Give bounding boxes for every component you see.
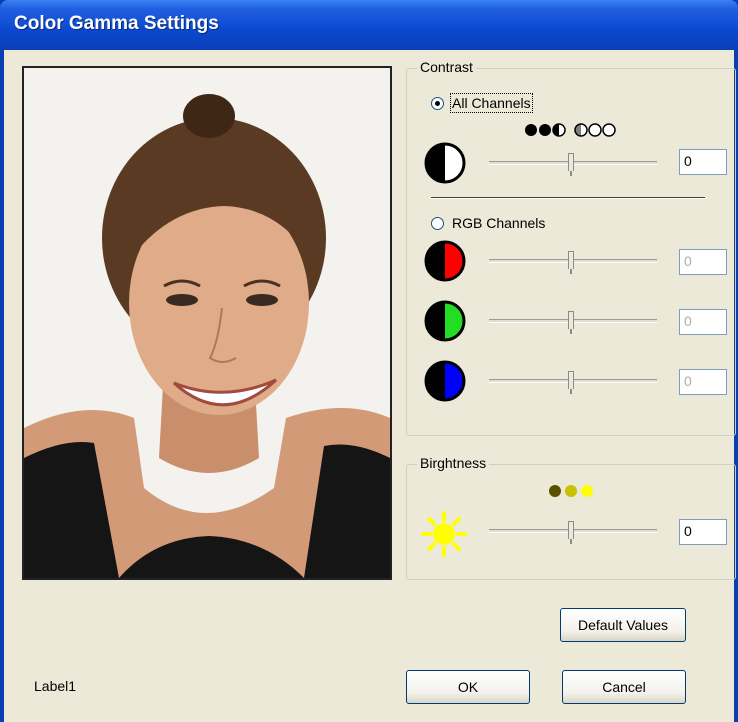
contrast-all-slider-thumb[interactable] xyxy=(568,153,574,176)
brightness-slider-thumb[interactable] xyxy=(568,521,574,544)
green-contrast-slider[interactable] xyxy=(489,311,657,334)
window-title: Color Gamma Settings xyxy=(14,13,219,34)
brightness-slider[interactable] xyxy=(489,521,657,544)
all-channels-label: All Channels xyxy=(450,93,533,113)
brightness-group: Birghtness 0 xyxy=(406,455,736,580)
green-contrast-slider-thumb[interactable] xyxy=(568,311,574,334)
status-label: Label1 xyxy=(34,678,77,694)
contrast-separator xyxy=(431,197,705,199)
brightness-legend: Birghtness xyxy=(417,455,490,471)
blue-contrast-value-input[interactable]: 0 xyxy=(679,369,727,395)
default-values-button[interactable]: Default Values xyxy=(560,608,686,642)
blue-channel-icon xyxy=(424,360,466,402)
blue-contrast-slider-thumb[interactable] xyxy=(568,371,574,394)
dialog-client-area: Contrast All Channels 0 RGB Channels 0 0… xyxy=(4,50,736,722)
brightness-levels-icon xyxy=(549,485,593,497)
contrast-legend: Contrast xyxy=(417,59,476,75)
sun-icon xyxy=(421,511,467,557)
contrast-all-slider[interactable] xyxy=(489,153,657,176)
rgb-channels-radio[interactable]: RGB Channels xyxy=(431,215,545,231)
contrast-levels-icon xyxy=(525,123,616,137)
red-channel-icon xyxy=(424,240,466,282)
blue-contrast-slider[interactable] xyxy=(489,371,657,394)
rgb-channels-radio-dot[interactable] xyxy=(431,216,444,230)
red-contrast-slider-thumb[interactable] xyxy=(568,251,574,274)
green-channel-icon xyxy=(424,300,466,342)
contrast-group: Contrast All Channels 0 RGB Channels 0 0… xyxy=(406,59,736,436)
ok-button[interactable]: OK xyxy=(406,670,530,704)
portrait-image xyxy=(24,68,390,578)
brightness-value-input[interactable]: 0 xyxy=(679,519,727,545)
green-contrast-value-input[interactable]: 0 xyxy=(679,309,727,335)
red-contrast-slider[interactable] xyxy=(489,251,657,274)
contrast-all-value-input[interactable]: 0 xyxy=(679,149,727,175)
contrast-half-circle-icon xyxy=(424,142,466,184)
all-channels-radio-dot[interactable] xyxy=(431,96,444,110)
title-bar[interactable]: Color Gamma Settings xyxy=(0,0,738,50)
dialog-window: Color Gamma Settings Contrast All Channe… xyxy=(0,0,738,722)
red-contrast-value-input[interactable]: 0 xyxy=(679,249,727,275)
cancel-button[interactable]: Cancel xyxy=(562,670,686,704)
all-channels-radio[interactable]: All Channels xyxy=(431,93,533,113)
photo-preview xyxy=(22,66,392,580)
rgb-channels-label: RGB Channels xyxy=(452,215,546,231)
